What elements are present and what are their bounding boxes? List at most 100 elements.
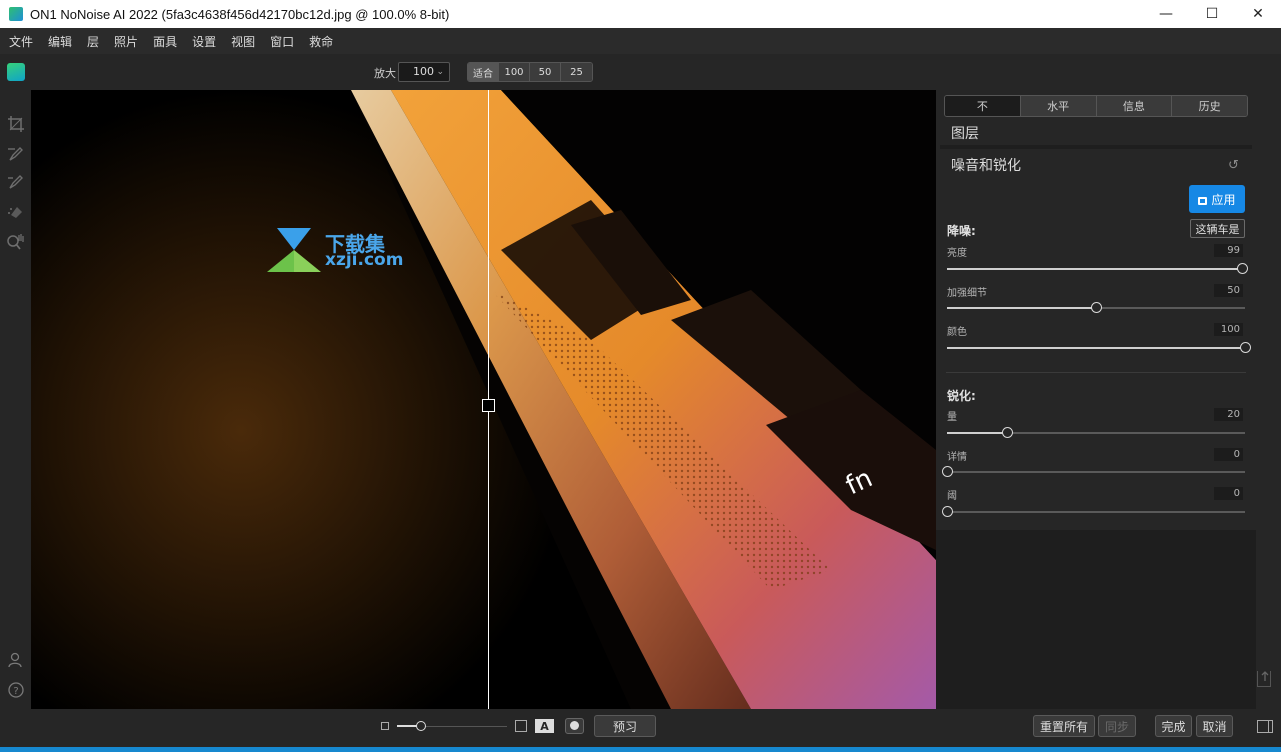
zoom-preset-group: 适合 100 50 25: [467, 62, 593, 82]
tab-levels[interactable]: 水平: [1020, 96, 1097, 116]
sharpen-group-title: 锐化:: [947, 389, 976, 403]
bottom-bar: A 预习 重置所有 同步 完成 取消: [0, 709, 1281, 747]
svg-text:?: ?: [13, 686, 18, 697]
export-icon[interactable]: [1257, 671, 1271, 687]
zoom-fit-button[interactable]: 适合: [468, 63, 499, 81]
panel-tabs: 不 水平 信息 历史: [944, 95, 1248, 117]
split-preview-handle[interactable]: [482, 399, 495, 412]
panel-empty-area: [936, 530, 1256, 709]
sync-button[interactable]: 同步: [1098, 715, 1136, 737]
compare-a-icon[interactable]: A: [535, 719, 554, 733]
menu-bar: 文件 编辑 层 照片 面具 设置 视图 窗口 救命: [0, 28, 1281, 54]
color-value[interactable]: 100: [1214, 323, 1243, 336]
color-slider-fill: [947, 347, 1245, 349]
cancel-button[interactable]: 取消: [1196, 715, 1233, 737]
done-button[interactable]: 完成: [1155, 715, 1192, 737]
maximize-button[interactable]: ☐: [1189, 0, 1235, 28]
threshold-slider[interactable]: [942, 506, 1245, 517]
zoom-50-button[interactable]: 50: [530, 63, 561, 81]
reset-icon[interactable]: ↺: [1228, 158, 1239, 173]
zoom-label: 放大: [374, 67, 396, 80]
details-slider-knob[interactable]: [942, 466, 953, 477]
menu-edit[interactable]: 编辑: [43, 33, 77, 50]
amount-slider-knob[interactable]: [1001, 427, 1013, 438]
retouch-icon[interactable]: [6, 202, 26, 222]
unlock-icon: [1198, 197, 1208, 205]
tab-history[interactable]: 历史: [1172, 96, 1247, 116]
right-panel: 不 水平 信息 历史 图层 噪音和锐化 ↺ 应用 降噪: 这辆车是 亮度 99 …: [936, 90, 1281, 709]
menu-layer[interactable]: 层: [82, 33, 104, 50]
details-label: 详情: [947, 452, 967, 463]
apply-button[interactable]: 应用: [1189, 185, 1245, 213]
menu-help[interactable]: 救命: [304, 33, 338, 50]
luminance-value[interactable]: 99: [1214, 244, 1243, 257]
luminance-slider[interactable]: [947, 263, 1249, 274]
amount-label: 量: [947, 412, 957, 423]
detail-enhance-label: 加强细节: [947, 288, 987, 299]
detail-enhance-slider[interactable]: [947, 302, 1245, 313]
zoom-25-button[interactable]: 25: [561, 63, 592, 81]
help-icon[interactable]: ?: [6, 680, 26, 700]
title-bar: ON1 NoNoise AI 2022 (5fa3c4638f456d42170…: [0, 0, 1281, 28]
crop-icon[interactable]: [6, 114, 26, 134]
noise-group-title: 降噪:: [947, 224, 976, 238]
menu-mask[interactable]: 面具: [148, 33, 182, 50]
top-toolbar: 放大 100 ⌄ 适合 100 50 25: [0, 54, 1281, 90]
detail-enhance-value[interactable]: 50: [1214, 284, 1243, 297]
color-slider[interactable]: [947, 342, 1251, 353]
watermark-logo-icon: [267, 228, 321, 272]
layers-title[interactable]: 图层: [951, 123, 979, 143]
threshold-value[interactable]: 0: [1214, 487, 1243, 500]
menu-view[interactable]: 视图: [226, 33, 260, 50]
reset-all-button[interactable]: 重置所有: [1033, 715, 1095, 737]
menu-window[interactable]: 窗口: [265, 33, 299, 50]
threshold-slider-knob[interactable]: [942, 506, 953, 517]
window-controls: — ☐ ✕: [1143, 0, 1281, 28]
zoom-hand-icon[interactable]: [6, 232, 26, 252]
color-label: 颜色: [947, 327, 967, 338]
zoom-100-button[interactable]: 100: [499, 63, 530, 81]
menu-photo[interactable]: 照片: [109, 33, 143, 50]
thumbnail-large-icon[interactable]: [515, 720, 527, 732]
panel-divider: [940, 145, 1252, 149]
amount-value[interactable]: 20: [1214, 408, 1243, 421]
image-canvas[interactable]: fn 下载集 xzji.com: [31, 90, 936, 709]
luminance-label: 亮度: [947, 248, 967, 259]
amount-slider[interactable]: [947, 427, 1245, 438]
close-button[interactable]: ✕: [1235, 0, 1281, 28]
app-logo-icon: [9, 7, 23, 21]
menu-settings[interactable]: 设置: [187, 33, 221, 50]
luminance-slider-knob[interactable]: [1237, 263, 1249, 274]
apply-label: 应用: [1211, 192, 1236, 207]
window-border: [0, 747, 1281, 752]
brush-icon[interactable]: [6, 144, 26, 164]
tool-strip: ?: [0, 90, 31, 712]
luminance-slider-fill: [947, 268, 1243, 270]
tab-none[interactable]: 不: [945, 96, 1021, 116]
menu-file[interactable]: 文件: [4, 33, 38, 50]
chevron-down-icon: ⌄: [436, 67, 444, 77]
toggle-panel-icon[interactable]: [1257, 720, 1273, 733]
nonoise-mode-icon[interactable]: [7, 63, 25, 81]
color-slider-knob[interactable]: [1240, 342, 1251, 353]
user-icon[interactable]: [6, 650, 26, 670]
detail-enhance-slider-knob[interactable]: [1091, 302, 1102, 313]
zoom-select[interactable]: 100 ⌄: [398, 62, 450, 82]
preview-size-slider-knob[interactable]: [416, 721, 426, 731]
amount-slider-fill: [947, 432, 1007, 434]
masking-brush-icon[interactable]: [6, 172, 26, 192]
tab-info[interactable]: 信息: [1096, 96, 1173, 116]
preview-button[interactable]: 预习: [594, 715, 656, 737]
section-title: 噪音和锐化: [951, 158, 1021, 174]
thumbnail-small-icon[interactable]: [381, 722, 389, 730]
threshold-label: 阈: [947, 491, 957, 502]
window-title: ON1 NoNoise AI 2022 (5fa3c4638f456d42170…: [30, 6, 450, 22]
mask-view-icon[interactable]: [565, 718, 584, 734]
zoom-select-value: 100: [413, 65, 434, 78]
details-slider[interactable]: [942, 466, 1245, 477]
preset-button[interactable]: 这辆车是: [1190, 219, 1245, 238]
minimize-button[interactable]: —: [1143, 0, 1189, 28]
details-value[interactable]: 0: [1214, 448, 1243, 461]
watermark: 下载集 xzji.com: [267, 228, 407, 274]
group-divider: [946, 372, 1246, 373]
